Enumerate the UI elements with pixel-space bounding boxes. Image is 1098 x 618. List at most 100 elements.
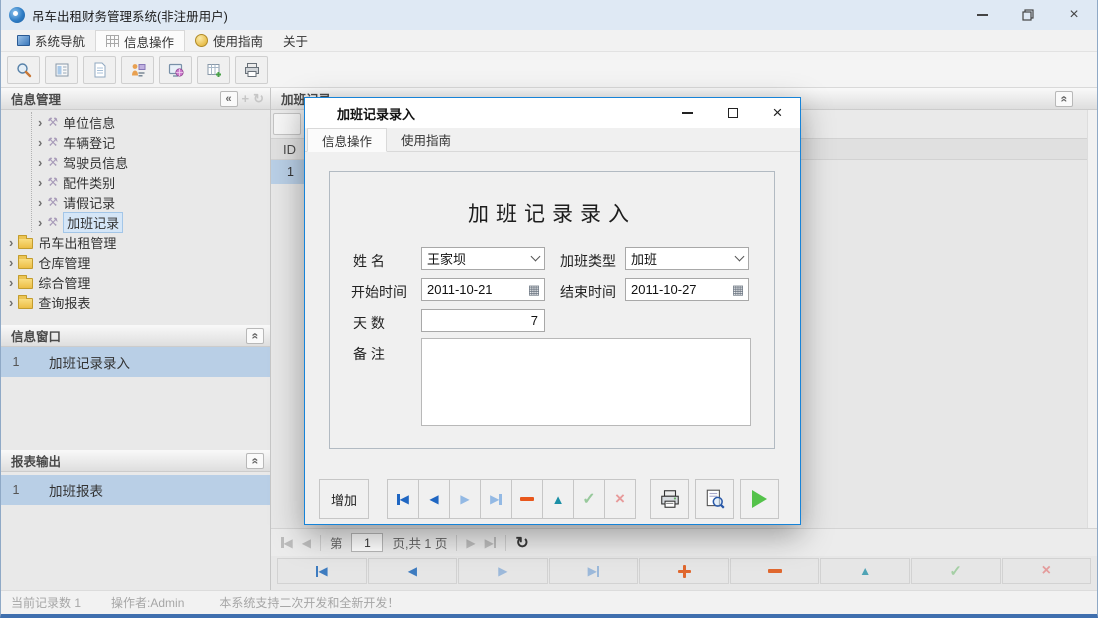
preview-button[interactable]: [695, 479, 734, 519]
expand-arrow-icon[interactable]: ›: [38, 156, 42, 169]
collapse-section-icon[interactable]: «: [246, 328, 264, 344]
dialog-minimize-icon[interactable]: [665, 98, 710, 128]
tree-item-overtime-record[interactable]: ›⚒ 加班记录: [32, 212, 270, 232]
last-record-button[interactable]: ▶: [480, 479, 512, 519]
menu-item-about[interactable]: 关于: [273, 30, 318, 51]
tool-icon: ⚒: [47, 176, 58, 188]
expand-arrow-icon[interactable]: ›: [38, 196, 42, 209]
remark-textarea[interactable]: [421, 338, 751, 426]
page-first-icon[interactable]: ◀: [281, 537, 293, 549]
list-item-overtime-report[interactable]: 1 加班报表: [1, 475, 270, 505]
form-list-icon[interactable]: [45, 56, 78, 84]
tree-item-vehicle-reg[interactable]: ›⚒ 车辆登记: [32, 132, 270, 152]
edit-record-button[interactable]: ▲: [542, 479, 574, 519]
record-next-button[interactable]: ▶: [458, 558, 548, 584]
record-nav-strip: ◀ ◀ ▶ ▶ ▲ ✓ ×: [277, 558, 1091, 584]
days-field[interactable]: [421, 309, 545, 332]
search-icon[interactable]: [7, 56, 40, 84]
expand-arrow-icon[interactable]: ›: [38, 136, 42, 149]
calendar-icon[interactable]: ▦: [524, 282, 544, 298]
dialog-close-icon[interactable]: ×: [755, 98, 800, 128]
expand-arrow-icon[interactable]: ›: [9, 296, 13, 309]
chevron-down-icon[interactable]: [730, 248, 748, 269]
tree-item-label: 配件类别: [63, 173, 115, 192]
cancel-button[interactable]: ×: [604, 479, 636, 519]
collapse-section-icon[interactable]: «: [246, 453, 264, 469]
tree-folder-general[interactable]: › 综合管理: [1, 272, 270, 292]
tree-folder-crane-rental[interactable]: › 吊车出租管理: [1, 232, 270, 252]
page-number-input[interactable]: [351, 533, 383, 552]
restore-icon[interactable]: [1005, 0, 1051, 30]
next-record-button[interactable]: ▶: [449, 479, 481, 519]
expand-arrow-icon[interactable]: ›: [9, 256, 13, 269]
tree-item-parts-category[interactable]: › ⚒ 配件类别: [32, 172, 270, 192]
vertical-scrollbar[interactable]: [1087, 110, 1097, 528]
expand-arrow-icon[interactable]: ›: [38, 176, 42, 189]
list-item-overtime-entry[interactable]: 1 加班记录录入: [1, 347, 270, 377]
record-edit-button[interactable]: ▲: [820, 558, 910, 584]
dialog-tab-info-ops[interactable]: 信息操作: [307, 128, 387, 152]
start-date-picker[interactable]: ▦: [421, 278, 545, 301]
calendar-icon[interactable]: ▦: [728, 282, 748, 298]
refresh-page-icon[interactable]: ↻: [515, 533, 528, 553]
screen-globe-icon[interactable]: [159, 56, 192, 84]
record-first-button[interactable]: ◀: [277, 558, 367, 584]
printer-icon[interactable]: [235, 56, 268, 84]
record-confirm-button[interactable]: ✓: [911, 558, 1001, 584]
collapse-sidebar-icon[interactable]: «: [220, 91, 238, 107]
refresh-icon[interactable]: ↻: [253, 91, 264, 107]
table-add-icon[interactable]: [197, 56, 230, 84]
window-title: 吊车出租财务管理系统(非注册用户): [32, 6, 228, 25]
first-record-button[interactable]: ◀: [387, 479, 419, 519]
print-icon: [659, 488, 681, 510]
type-input[interactable]: [631, 248, 730, 269]
tree-folder-warehouse[interactable]: › 仓库管理: [1, 252, 270, 272]
page-last-icon[interactable]: ▶: [485, 537, 497, 549]
print-button[interactable]: [650, 479, 689, 519]
record-add-button[interactable]: [639, 558, 729, 584]
user-report-icon[interactable]: [121, 56, 154, 84]
close-icon[interactable]: ×: [1051, 0, 1097, 30]
days-input[interactable]: [427, 310, 544, 331]
expand-arrow-icon[interactable]: ›: [38, 216, 42, 229]
delete-record-button[interactable]: [511, 479, 543, 519]
end-date-picker[interactable]: ▦: [625, 278, 749, 301]
record-last-button[interactable]: ▶: [549, 558, 639, 584]
page-prev-icon[interactable]: ◀: [302, 537, 311, 549]
end-date-input[interactable]: [631, 279, 728, 300]
tree-folder-query-report[interactable]: › 查询报表: [1, 292, 270, 312]
menu-item-info-ops[interactable]: 信息操作: [95, 30, 185, 51]
tree-item-unit-info[interactable]: ›⚒ 单位信息: [32, 112, 270, 132]
run-button[interactable]: [740, 479, 779, 519]
expand-arrow-icon[interactable]: ›: [9, 236, 13, 249]
play-icon: [752, 490, 767, 508]
grid-toolbar-button[interactable]: [273, 113, 301, 135]
menu-item-system-nav[interactable]: 系统导航: [7, 30, 95, 51]
confirm-button[interactable]: ✓: [573, 479, 605, 519]
dialog-tab-guide[interactable]: 使用指南: [387, 128, 465, 151]
add-icon[interactable]: +: [242, 91, 250, 106]
dialog-maximize-icon[interactable]: [710, 98, 755, 128]
tree-item-driver-info[interactable]: ›⚒ 驾驶员信息: [32, 152, 270, 172]
minimize-icon[interactable]: [959, 0, 1005, 30]
expand-arrow-icon[interactable]: ›: [38, 116, 42, 129]
record-delete-button[interactable]: [730, 558, 820, 584]
menu-item-guide[interactable]: 使用指南: [185, 30, 273, 51]
name-input[interactable]: [427, 248, 526, 269]
prev-record-button[interactable]: ◀: [418, 479, 450, 519]
start-date-input[interactable]: [427, 279, 524, 300]
page-next-icon[interactable]: ▶: [466, 537, 475, 549]
chevron-down-icon[interactable]: [526, 248, 544, 269]
name-combobox[interactable]: [421, 247, 545, 270]
collapse-panel-icon[interactable]: «: [1055, 91, 1073, 107]
folder-icon: [18, 258, 33, 269]
menu-item-label: 信息操作: [124, 32, 174, 51]
record-cancel-button[interactable]: ×: [1002, 558, 1092, 584]
add-button[interactable]: 增加: [319, 479, 369, 519]
document-icon[interactable]: [83, 56, 116, 84]
type-combobox[interactable]: [625, 247, 749, 270]
tree-item-leave-record[interactable]: ›⚒ 请假记录: [32, 192, 270, 212]
record-prev-button[interactable]: ◀: [368, 558, 458, 584]
list-item-number: 1: [1, 355, 31, 369]
expand-arrow-icon[interactable]: ›: [9, 276, 13, 289]
